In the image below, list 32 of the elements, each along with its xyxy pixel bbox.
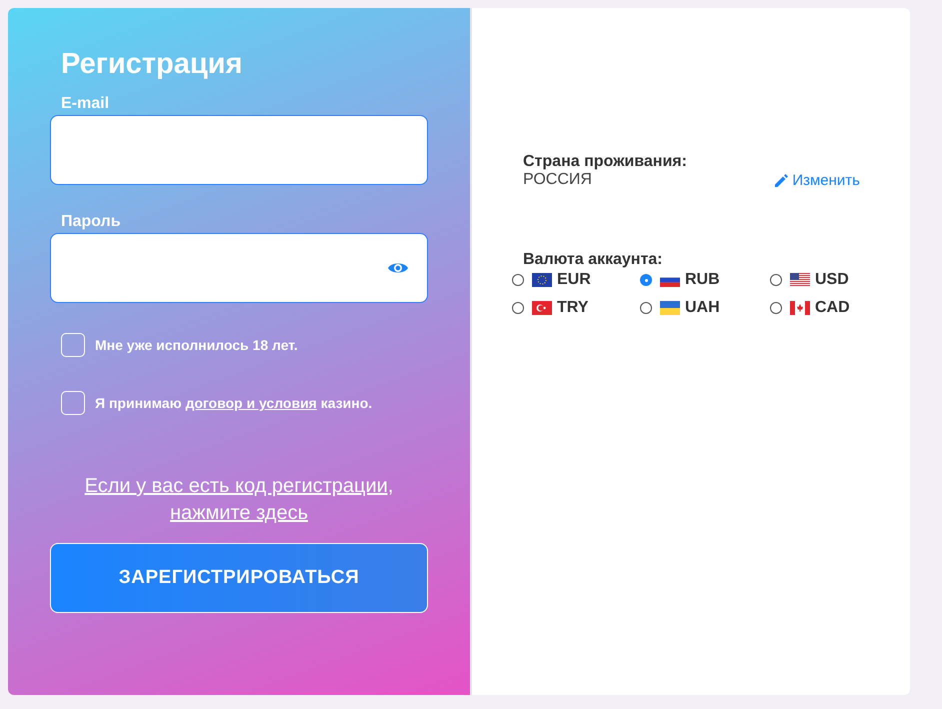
form-title: Регистрация: [61, 48, 244, 81]
email-field[interactable]: [50, 115, 428, 185]
flag-icon: [532, 301, 552, 315]
country-label: Страна проживания:: [523, 153, 688, 171]
change-link[interactable]: Изменить: [774, 172, 860, 188]
country-value: РОССИЯ: [523, 171, 592, 189]
currency-option[interactable]: UAH: [640, 299, 770, 317]
checkbox[interactable]: [61, 333, 85, 357]
currency-option[interactable]: CAD: [770, 299, 870, 317]
currency-option[interactable]: USD: [770, 271, 870, 289]
radio-button[interactable]: [770, 274, 782, 286]
currency-label: Валюта аккаунта:: [523, 251, 664, 269]
radio-button[interactable]: [512, 274, 524, 286]
currency-option[interactable]: RUB: [640, 271, 770, 289]
field-label: Пароль: [61, 213, 122, 231]
radio-button[interactable]: [640, 274, 652, 286]
field-label: E-mail: [61, 95, 110, 113]
currency-option[interactable]: EUR: [512, 271, 640, 289]
flag-icon: [660, 301, 680, 315]
radio-button[interactable]: [640, 302, 652, 314]
flag-icon: [790, 273, 810, 287]
pencil-icon: [774, 172, 790, 188]
checkbox-label: Мне уже исполнилось 18 лет.: [95, 337, 298, 353]
checkbox[interactable]: [61, 391, 85, 415]
checkbox-label: Я принимаю договор и условия казино.: [95, 395, 372, 411]
radio-button[interactable]: [770, 302, 782, 314]
password-field[interactable]: [50, 233, 428, 303]
currency-option[interactable]: TRY: [512, 299, 640, 317]
flag-icon: [532, 273, 552, 287]
flag-icon: [790, 301, 810, 315]
register-button[interactable]: ЗАРЕГИСТРИРОВАТЬСЯ: [50, 543, 428, 613]
radio-button[interactable]: [512, 302, 524, 314]
